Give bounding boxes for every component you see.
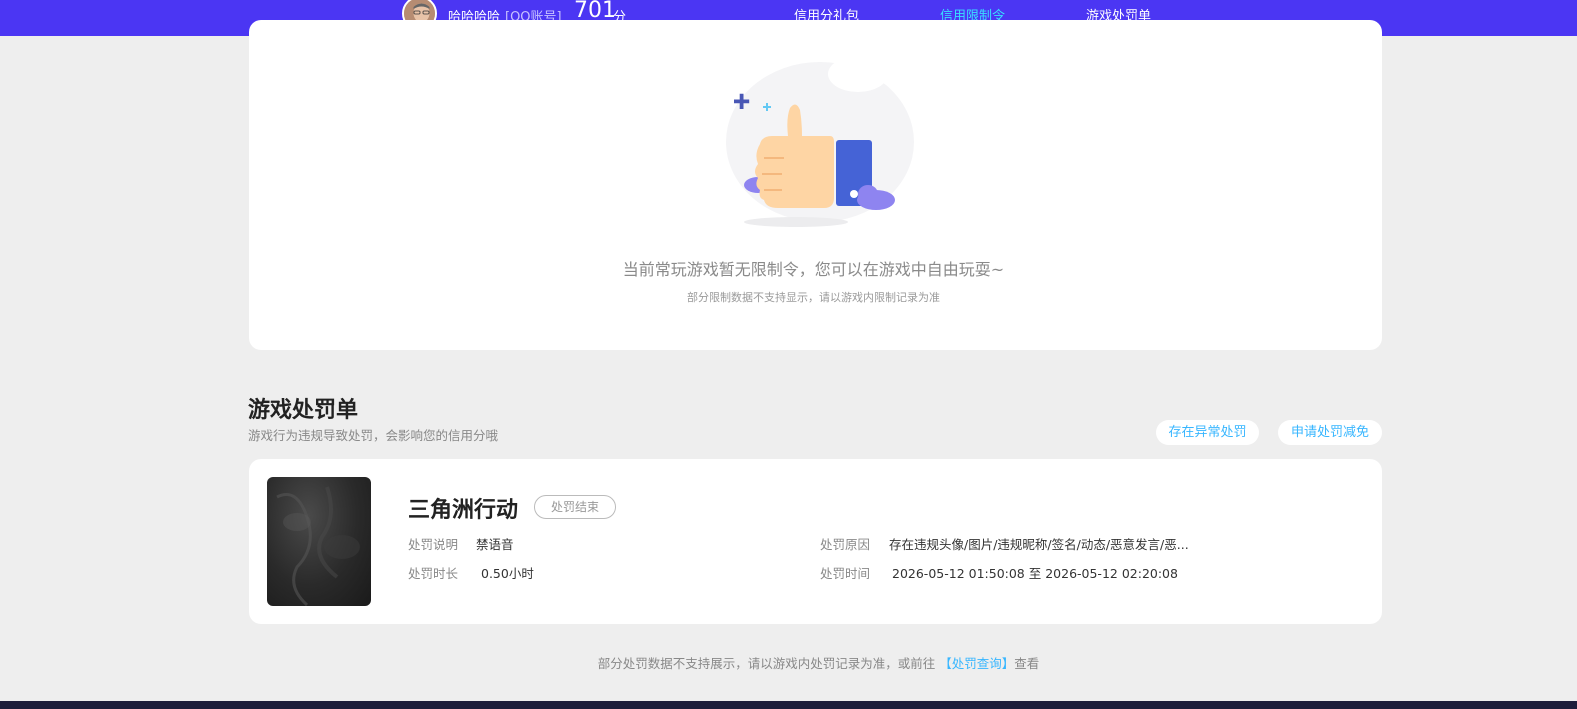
status-badge: 处罚结束 bbox=[534, 495, 616, 519]
penalty-desc-label: 处罚说明 bbox=[408, 537, 459, 552]
penalty-section-subtitle: 游戏行为违规导致处罚，会影响您的信用分哦 bbox=[248, 428, 499, 443]
penalty-reason-value: 存在违规头像/图片/违规昵称/签名/动态/恶意发言/恶... bbox=[889, 537, 1189, 552]
thumbs-up-icon bbox=[718, 48, 918, 230]
penalty-time-label: 处罚时间 bbox=[820, 566, 871, 581]
empty-state-subtitle: 部分限制数据不支持显示，请以游戏内限制记录为准 bbox=[687, 291, 940, 304]
footer-note: 部分处罚数据不支持展示，请以游戏内处罚记录为准，或前往 【处罚查询】查看 bbox=[0, 653, 1577, 672]
penalty-duration-value: 0.50小时 bbox=[481, 566, 534, 581]
bottom-bar bbox=[0, 701, 1577, 709]
penalty-desc-value: 禁语音 bbox=[476, 537, 514, 552]
empty-state-title: 当前常玩游戏暂无限制令，您可以在游戏中自由玩耍~ bbox=[622, 260, 1005, 279]
penalty-section-title: 游戏处罚单 bbox=[248, 398, 359, 423]
penalty-duration-label: 处罚时长 bbox=[408, 566, 459, 581]
footer-note-text: 部分处罚数据不支持展示，请以游戏内处罚记录为准，或前往 bbox=[597, 656, 936, 671]
penalty-time-value: 2026-05-12 01:50:08 至 2026-05-12 02:20:0… bbox=[892, 566, 1178, 581]
penalty-reason-label: 处罚原因 bbox=[820, 537, 871, 552]
game-name: 三角洲行动 bbox=[408, 498, 519, 523]
game-cover-image bbox=[267, 477, 371, 606]
footer-note-suffix: 查看 bbox=[1014, 656, 1040, 671]
abnormal-penalty-button[interactable]: 存在异常处罚 bbox=[1156, 420, 1259, 445]
penalty-query-link[interactable]: 【处罚查询】 bbox=[939, 656, 1014, 671]
appeal-reduction-button[interactable]: 申请处罚减免 bbox=[1278, 420, 1382, 445]
